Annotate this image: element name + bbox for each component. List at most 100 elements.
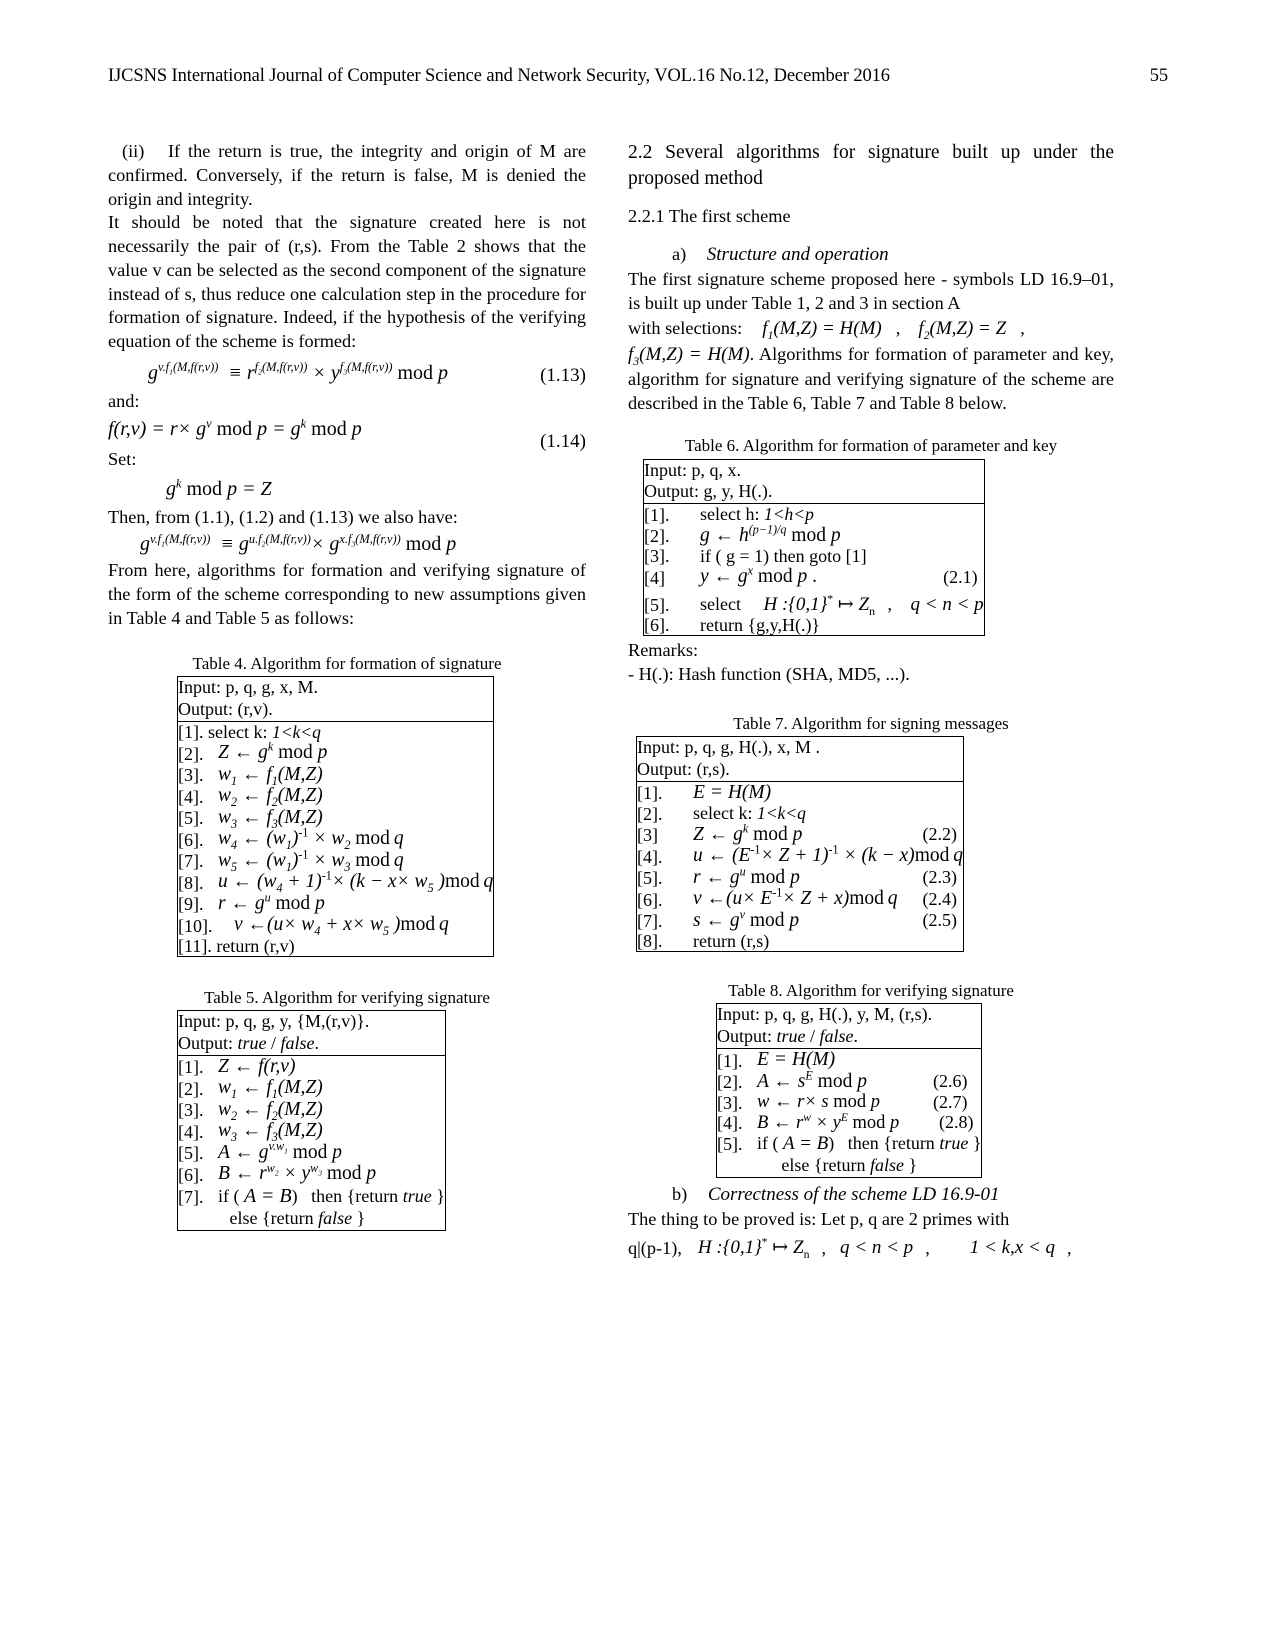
step-number: [3]. — [178, 765, 204, 786]
comma-4: , — [821, 1237, 827, 1258]
table-5-step-7-else: else {return false } — [178, 1207, 445, 1230]
table-row: Input: p, q, g, H(.), y, M, (r,s). Outpu… — [716, 1003, 982, 1049]
step-body: Z ← gk mod p — [218, 739, 328, 764]
table-5-input: Input: p, q, g, y, {M,(r,v)}. — [178, 1010, 370, 1031]
right-column: 2.2 Several algorithms for signature bui… — [628, 140, 1114, 1261]
paragraph-algorithms: f3(M,Z) = H(M). Algorithms for formation… — [628, 343, 1114, 415]
equation-number-2-6: (2.6) — [932, 1071, 968, 1091]
step-body: Z ← f(r,v) — [218, 1055, 296, 1077]
step-number: [5]. — [717, 1134, 743, 1154]
table-5-wrapper: Table 5. Algorithm for verifying signatu… — [177, 987, 517, 1232]
item-a-heading: a) Structure and operation — [628, 243, 1114, 268]
table-row: [1]. select k: 1<k<q [2]. Z ← gk mod p [… — [177, 720, 494, 957]
step-body: w2 ← f2(M,Z) — [218, 1098, 323, 1123]
table-5-caption: Table 5. Algorithm for verifying signatu… — [204, 987, 490, 1007]
equation-number-1-13: (1.13) — [540, 365, 586, 387]
item-a-title: Structure and operation — [706, 244, 889, 266]
step-number: [7]. — [637, 911, 663, 931]
paragraph-noted: It should be noted that the signature cr… — [108, 212, 586, 352]
step-number: [7]. — [178, 1186, 204, 1207]
table-5-step-1: [1]. Z ← f(r,v) — [178, 1056, 445, 1078]
equation-f1: f1(M,Z) = H(M) — [762, 317, 882, 342]
table-4-output: Output: (r,v). — [178, 698, 273, 719]
equation-number-2-1: (2.1) — [943, 566, 978, 587]
table-6-step-3: [3]. if ( g = 1) then goto [1] — [644, 546, 984, 566]
step-number: [3]. — [644, 546, 670, 567]
table-6-step-6: [6]. return {g,y,H(.)} — [644, 615, 984, 635]
inequality-k-x-q: 1 < k,x < q — [969, 1236, 1056, 1258]
step-number: [5]. — [637, 868, 663, 888]
step-condition: 1<k<q — [271, 721, 321, 742]
output-false: false — [819, 1026, 854, 1047]
item-b-heading: b) Correctness of the scheme LD 16.9-01 — [628, 1183, 1114, 1208]
table-8-step-4: [4]. B ← rw × yE mod p (2.8) — [717, 1112, 981, 1134]
step-number: [6]. — [637, 889, 663, 910]
table-6-step-5: [5]. select H :{0,1}* ↦ Zn , q < n < p — [644, 593, 984, 617]
step-number: [1]. — [178, 722, 204, 743]
output-separator: / — [810, 1026, 816, 1047]
step-body: w5 ← (w1)-1 × w3 mod q — [218, 847, 404, 874]
page-number: 55 — [1149, 66, 1168, 86]
table-5-step-5: [5]. A ← gv.w1 mod p — [178, 1139, 445, 1164]
table-row: [1]. select h: 1<h<p [2]. g ← h(p−1)/q m… — [643, 503, 985, 636]
step-body: A ← gv.w1 mod p — [218, 1139, 343, 1163]
table-8-output: Output: true / false. — [717, 1026, 981, 1048]
table-5-output: Output: true / false. — [178, 1033, 445, 1055]
table-row: [1]. E = H(M) [2]. A ← sE mod p (2.6) [3… — [716, 1047, 982, 1179]
step-body: E = H(M) — [757, 1049, 836, 1070]
table-6-input: Input: p, q, x. — [644, 459, 741, 480]
table-8-step-5: [5]. if ( A = B) then {return true } — [717, 1133, 981, 1154]
equation-number-2-5: (2.5) — [922, 910, 958, 930]
table-6: Input: p, q, x. Output: g, y, H(.). [1].… — [643, 458, 985, 636]
output-false: false — [280, 1032, 315, 1053]
if-prefix: if ( — [218, 1185, 240, 1206]
step-body: select h: 1<h<p — [700, 505, 984, 524]
else-text: else {return — [229, 1207, 314, 1228]
table-4-step-9: [9]. r ← gu mod p — [178, 890, 493, 915]
step-number: [3] — [637, 825, 658, 845]
step-number: [3]. — [178, 1100, 204, 1121]
step-number: [7]. — [178, 851, 204, 872]
then-text: then {return — [311, 1185, 399, 1206]
output-true: true — [776, 1026, 806, 1047]
table-row: Input: p, q, g, y, {M,(r,v)}. Output: tr… — [177, 1009, 446, 1056]
table-8-step-2: [2]. A ← sE mod p (2.6) — [717, 1069, 981, 1093]
step-body: if ( A = B) then {return true } — [218, 1186, 445, 1206]
item-b-label: b) — [672, 1184, 688, 1205]
step-number: [5]. — [178, 1143, 204, 1164]
equation-f2: f2(M,Z) = Z — [918, 317, 1007, 342]
step-body: y ← gx mod p . — [700, 563, 817, 588]
table-5-step-7: [7]. if ( A = B) then {return true } — [178, 1185, 445, 1207]
comma-5: , — [925, 1237, 930, 1258]
selections-line: with selections: f1(M,Z) = H(M) , f2(M,Z… — [628, 317, 1114, 342]
and-label: and: — [108, 391, 140, 412]
step-body: r ← gu mod p — [218, 890, 325, 914]
step-number: [4]. — [717, 1113, 743, 1133]
step-body: E = H(M) — [693, 781, 772, 803]
table-7-step-8: [8]. return (r,s) — [637, 931, 963, 951]
step-body: w1 ← f1(M,Z) — [218, 1077, 323, 1102]
table-7-step-3: [3] Z ← gk mod p (2.2) — [637, 822, 963, 846]
table-7: Input: p, q, g, H(.), x, M . Output: (r,… — [636, 735, 965, 952]
table-4-step-10: [10]. v ←(u× w4 + x× w5 )mod q — [178, 914, 493, 937]
true-word: true — [939, 1133, 969, 1153]
comma-3: , — [887, 593, 893, 614]
table-4-step-1: [1]. select k: 1<k<q — [178, 722, 493, 743]
equation-number-2-2: (2.2) — [922, 824, 958, 844]
step-number: [5]. — [178, 808, 204, 829]
table-6-caption: Table 6. Algorithm for formation of para… — [684, 436, 1058, 456]
step-number: [6]. — [178, 1164, 204, 1185]
table-5-step-3: [3]. w2 ← f2(M,Z) — [178, 1098, 445, 1123]
step-number: [1]. — [178, 1057, 204, 1078]
equation-number-2-3: (2.3) — [922, 867, 958, 887]
table-6-step-2: [2]. g ← h(p−1)/q mod p — [644, 523, 984, 547]
page-header: IJCSNS International Journal of Computer… — [108, 66, 1168, 87]
table-8-wrapper: Table 8. Algorithm for verifying signatu… — [716, 980, 1026, 1179]
inequality-q-n-p: q < n < p — [840, 1236, 914, 1258]
step-number: [9]. — [178, 894, 204, 915]
equation-gk-modp: gk mod p = Z — [166, 475, 272, 500]
then-from-line: Then, from (1.1), (1.2) and (1.13) we al… — [108, 506, 458, 527]
step-number: [2]. — [178, 743, 204, 764]
brace-close: } — [436, 1185, 445, 1206]
